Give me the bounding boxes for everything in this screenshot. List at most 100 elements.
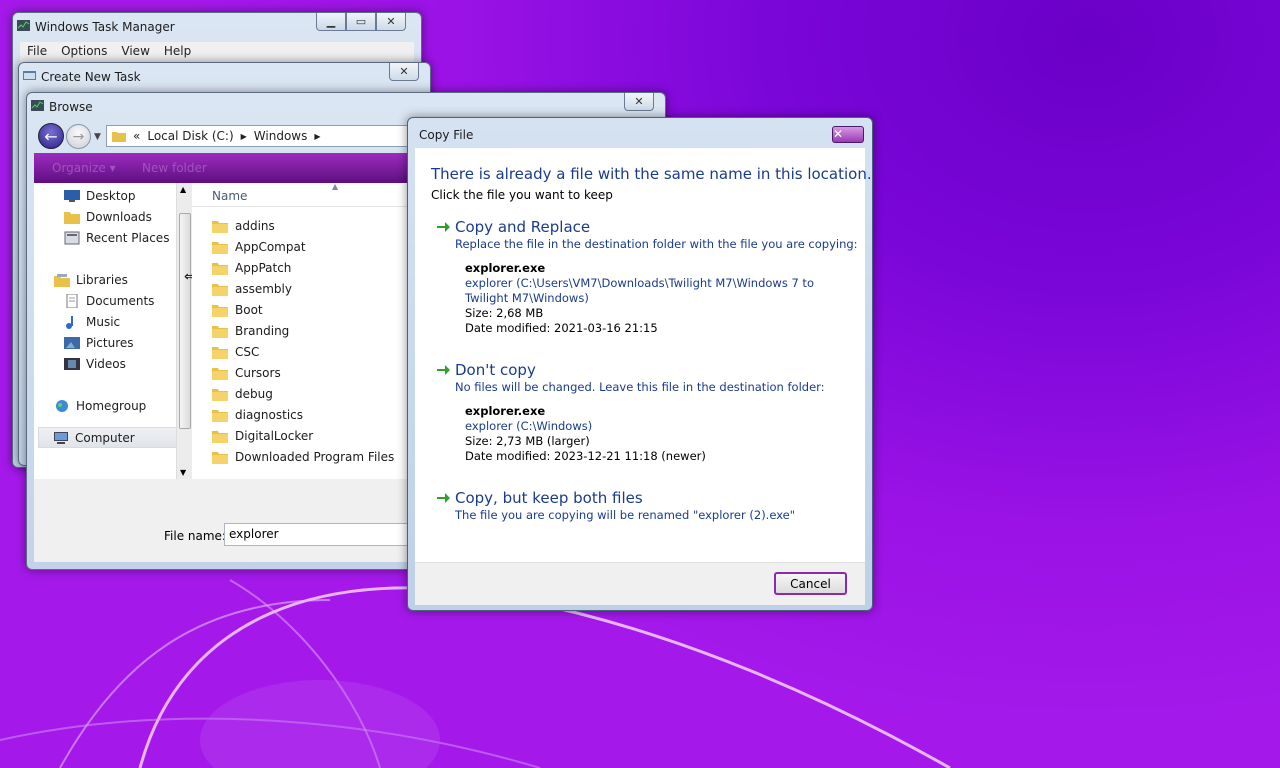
forward-button[interactable]: → [66, 124, 91, 149]
file-row[interactable]: Downloaded Program Files [212, 446, 394, 467]
documents-icon [66, 293, 78, 308]
task-manager-titlebar[interactable]: Windows Task Manager ▁ ▭ ✕ [13, 13, 421, 39]
scroll-down-icon[interactable]: ▼ [180, 468, 186, 477]
folder-icon [212, 346, 228, 359]
file-row-label: assembly [235, 281, 292, 296]
back-arrow-icon: ← [44, 126, 58, 146]
menu-view[interactable]: View [114, 42, 156, 62]
nav-item-recent-places[interactable]: Recent Places [64, 227, 169, 248]
breadcrumb-chevron-icon[interactable]: ▶ [314, 132, 320, 141]
folder-icon [112, 132, 126, 142]
scroll-up-icon[interactable]: ▲ [180, 185, 186, 194]
close-icon: ✕ [399, 65, 409, 78]
file-row[interactable]: DigitalLocker [212, 425, 313, 446]
copy-file-dialog[interactable]: Copy File ✕ There is already a file with… [407, 117, 873, 611]
column-header-name[interactable]: ▲ Name [192, 182, 409, 207]
copy-file-titlebar[interactable]: Copy File ✕ [408, 118, 872, 144]
sort-ascending-icon: ▲ [332, 182, 339, 191]
file-row-label: AppPatch [235, 260, 292, 275]
nav-item-computer[interactable]: Computer [38, 427, 178, 448]
folder-icon [212, 325, 228, 338]
file-row-label: AppCompat [235, 239, 306, 254]
nav-item-libraries[interactable]: Libraries [54, 269, 128, 290]
file-row-label: Branding [235, 323, 290, 338]
file-row[interactable]: diagnostics [212, 404, 303, 425]
conflict-subheading: Click the file you want to keep [431, 188, 613, 202]
source-file-size: Size: 2,68 MB [465, 306, 544, 320]
minimize-button[interactable]: ▁ [316, 13, 346, 31]
file-row-label: Cursors [235, 365, 281, 380]
nav-item-homegroup[interactable]: Homegroup [54, 395, 146, 416]
dont-copy-title: Don't copy [455, 361, 536, 379]
source-file-date: Date modified: 2021-03-16 21:15 [465, 321, 658, 335]
menu-options[interactable]: Options [54, 42, 114, 62]
folder-icon [212, 409, 228, 422]
close-button[interactable]: ✕ [376, 13, 406, 31]
option-copy-and-replace[interactable]: Copy and Replace Replace the file in the… [435, 218, 858, 336]
file-row[interactable]: AppCompat [212, 236, 306, 257]
libraries-icon [54, 273, 70, 287]
folder-icon [212, 451, 228, 464]
file-list: ▲ Name addins AppCompat AppPatch assembly Bo… [192, 182, 409, 479]
dont-copy-desc: No files will be changed. Leave this fil… [455, 380, 825, 394]
file-name-input[interactable]: explorer [224, 523, 414, 546]
folder-icon [212, 304, 228, 317]
organize-button[interactable]: Organize ▾ [52, 161, 116, 175]
option-dont-copy[interactable]: Don't copy No files will be changed. Lea… [435, 361, 855, 464]
create-task-close-button[interactable]: ✕ [389, 63, 419, 81]
music-icon [66, 315, 73, 329]
back-button[interactable]: ← [38, 123, 64, 149]
breadcrumb-chevron-icon[interactable]: ▶ [241, 132, 247, 141]
file-row[interactable]: AppPatch [212, 257, 291, 278]
green-arrow-icon [437, 365, 450, 375]
cancel-button[interactable]: Cancel [774, 572, 847, 595]
create-new-task-title: Create New Task [41, 70, 141, 84]
file-row[interactable]: addins [212, 215, 275, 236]
nav-item-music[interactable]: Music [64, 311, 120, 332]
option-keep-both[interactable]: Copy, but keep both files The file you a… [435, 489, 855, 522]
copy-and-replace-desc: Replace the file in the destination fold… [455, 237, 858, 251]
file-row[interactable]: debug [212, 383, 273, 404]
file-row[interactable]: Boot [212, 299, 263, 320]
source-file-location: explorer (C:\Users\VM7\Downloads\Twiligh… [465, 276, 814, 305]
folder-icon [212, 388, 228, 401]
breadcrumb-overflow[interactable]: « [133, 129, 140, 143]
close-icon: ✕ [386, 15, 396, 28]
address-bar[interactable]: « Local Disk (C:) ▶ Windows ▶ [106, 125, 426, 147]
destination-file-details: explorer.exe explorer (C:\Windows) Size:… [465, 404, 855, 464]
computer-icon [54, 431, 68, 444]
navigation-pane-scrollbar[interactable]: ▲ ▼ [176, 183, 192, 479]
breadcrumb-windows[interactable]: Windows [254, 129, 308, 143]
nav-item-desktop[interactable]: Desktop [64, 185, 136, 206]
file-row-label: DigitalLocker [235, 428, 314, 443]
menu-help[interactable]: Help [157, 42, 198, 62]
file-row[interactable]: CSC [212, 341, 259, 362]
file-name-label: File name: [164, 529, 226, 543]
close-icon: ✕ [634, 95, 644, 108]
browse-titlebar[interactable]: Browse ✕ [27, 93, 665, 119]
menu-file[interactable]: File [20, 42, 54, 62]
nav-item-downloads[interactable]: Downloads [64, 206, 152, 227]
recent-pages-dropdown[interactable]: ▼ [94, 132, 101, 142]
maximize-icon: ▭ [355, 15, 367, 28]
nav-item-videos[interactable]: Videos [64, 353, 126, 374]
breadcrumb-local-disk[interactable]: Local Disk (C:) [147, 129, 233, 143]
maximize-button[interactable]: ▭ [346, 13, 376, 31]
navigation-pane: Desktop Downloads Recent Places Librarie… [34, 183, 184, 479]
browse-close-button[interactable]: ✕ [624, 93, 654, 111]
new-folder-button[interactable]: New folder [142, 161, 207, 175]
nav-item-pictures[interactable]: Pictures [64, 332, 134, 353]
file-row[interactable]: Branding [212, 320, 289, 341]
scrollbar-thumb[interactable] [179, 213, 191, 429]
nav-item-documents[interactable]: Documents [64, 290, 154, 311]
task-manager-menubar: File Options View Help [20, 42, 414, 62]
copy-and-replace-title: Copy and Replace [455, 218, 591, 236]
file-row-label: Boot [235, 302, 263, 317]
copy-file-close-button[interactable]: ✕ [832, 126, 864, 143]
file-row[interactable]: Cursors [212, 362, 281, 383]
create-new-task-titlebar[interactable]: Create New Task ✕ [19, 63, 430, 89]
forward-arrow-icon: → [72, 128, 85, 145]
source-file-name: explorer.exe [465, 261, 546, 275]
file-row[interactable]: assembly [212, 278, 292, 299]
copy-file-title: Copy File [419, 128, 474, 142]
